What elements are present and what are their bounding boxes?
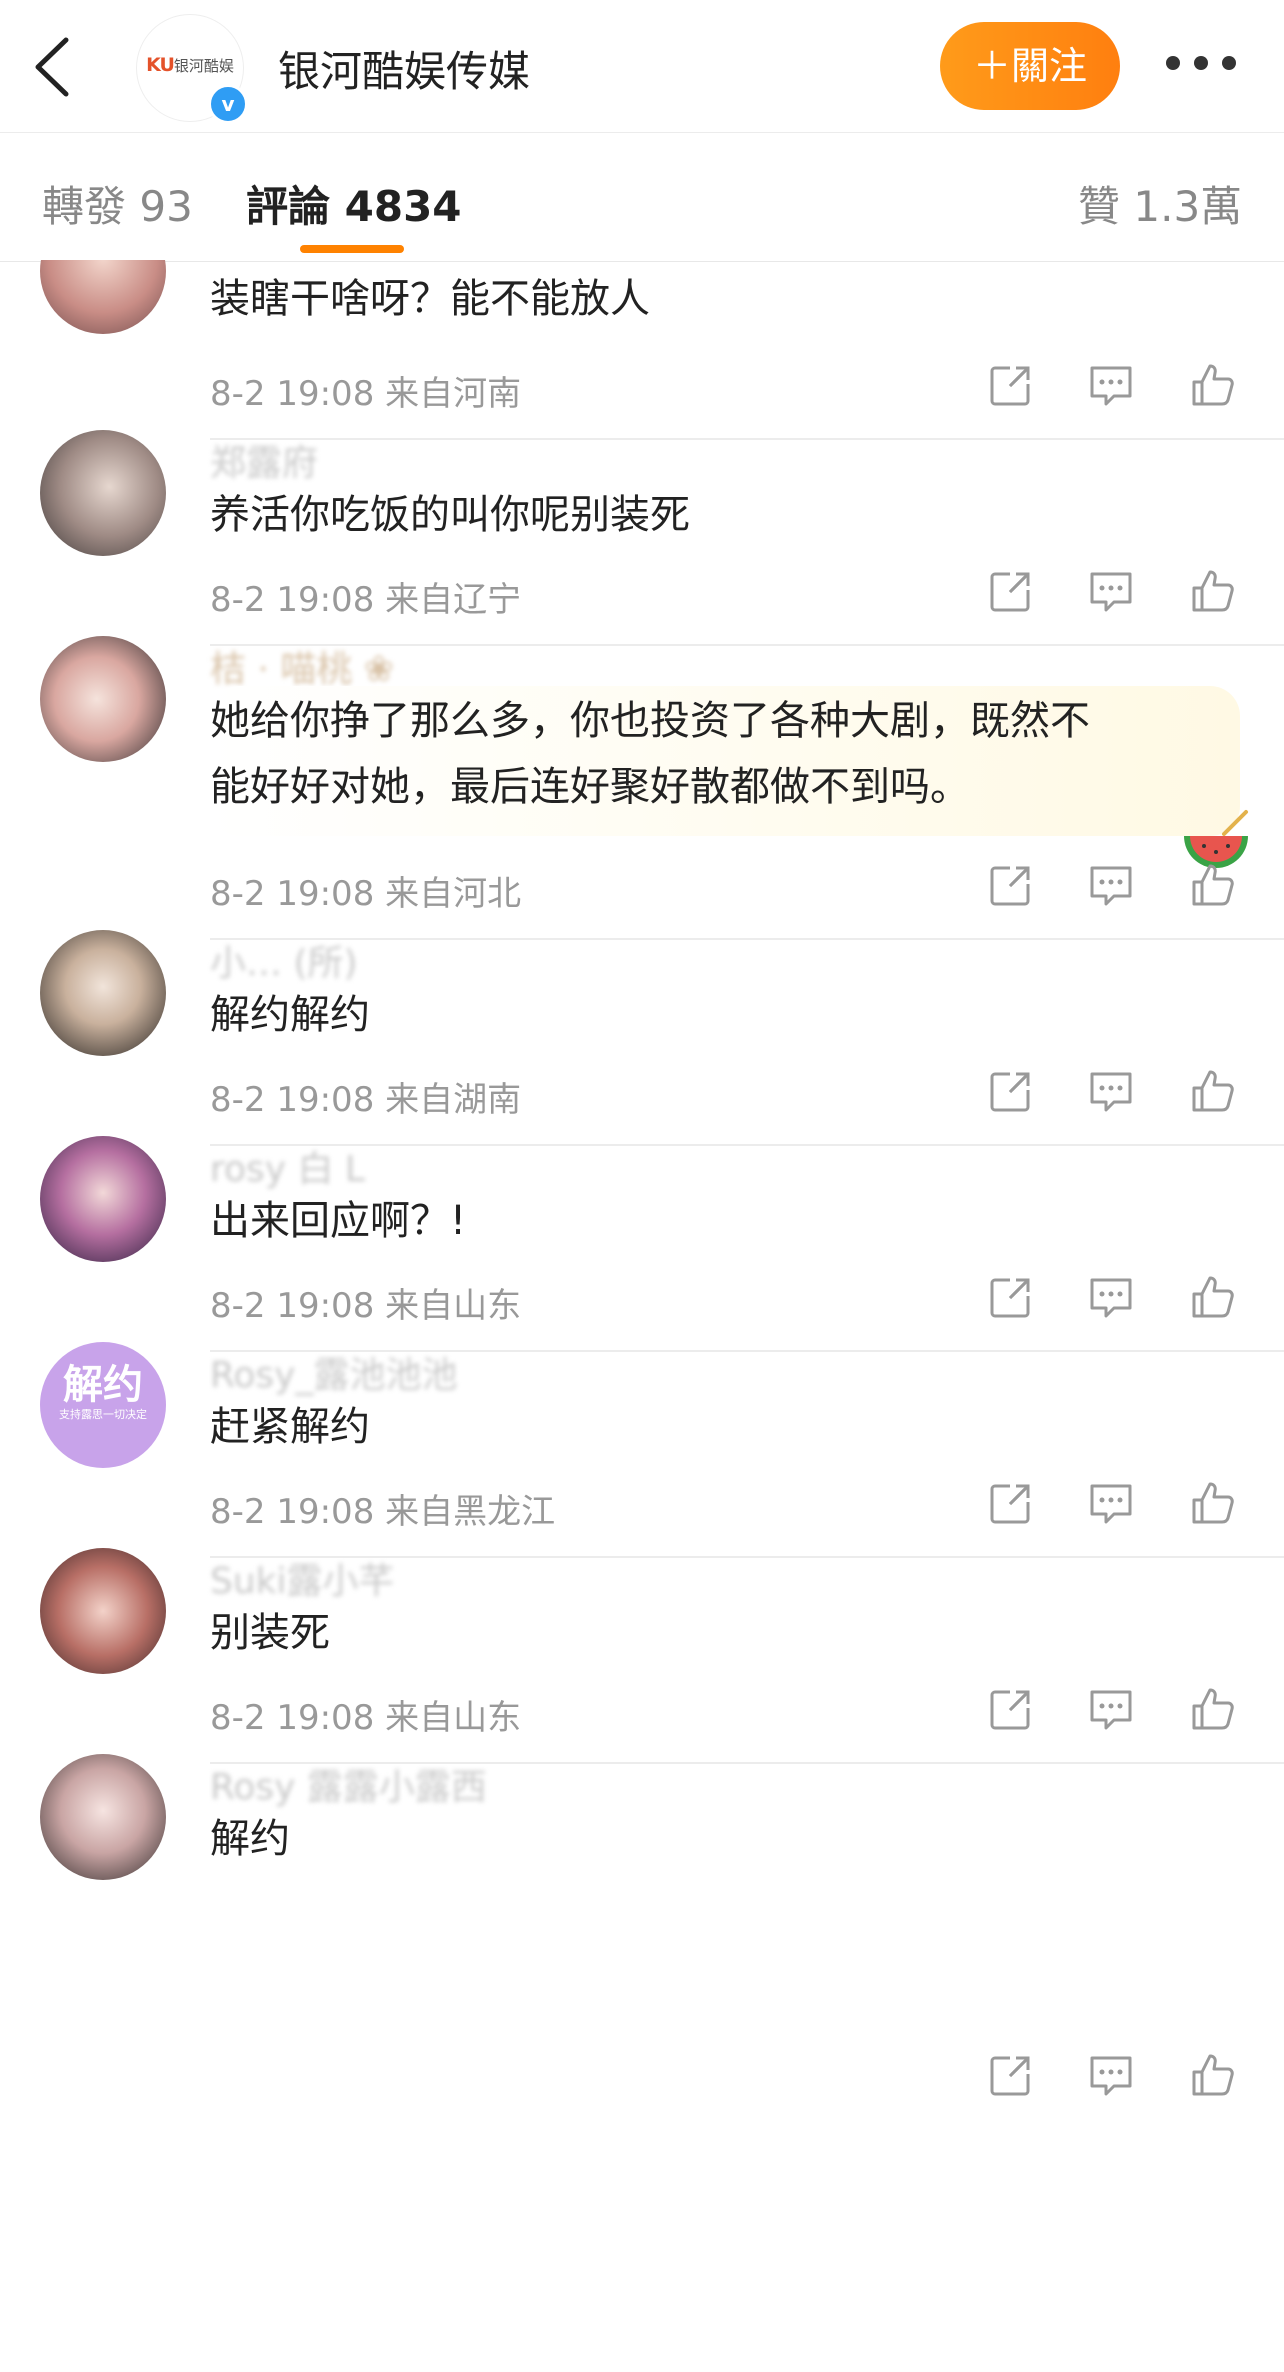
avatar-badge-text: 解约 — [63, 1362, 143, 1408]
comment-meta: 8-2 19:08 来自河北 — [210, 866, 521, 915]
like-icon[interactable] — [1190, 1274, 1236, 1320]
tab-reposts[interactable]: 轉發 93 — [42, 173, 193, 234]
comment-text: 解约 — [210, 1816, 290, 1862]
share-icon[interactable] — [988, 2052, 1034, 2098]
comment-location: 来自河南 — [385, 374, 522, 414]
comment-text: 解约解约 — [210, 992, 370, 1038]
comment-reply-icon[interactable] — [1088, 1068, 1134, 1114]
comment-meta: 8-2 19:08 来自河南 — [210, 366, 521, 415]
share-icon[interactable] — [988, 862, 1034, 908]
commenter-avatar[interactable] — [40, 930, 166, 1056]
tab-reposts-count: 93 — [139, 182, 193, 231]
logo-cn-text: 银河酷娱 — [173, 57, 234, 75]
comment-reply-icon[interactable] — [1088, 1274, 1134, 1320]
comment-location: 来自黑龙江 — [385, 1492, 556, 1532]
active-tab-indicator — [300, 245, 404, 253]
comment-location: 来自河北 — [385, 874, 522, 914]
comment-divider — [210, 938, 1284, 940]
comment-reply-icon[interactable] — [1088, 568, 1134, 614]
commenter-avatar[interactable] — [40, 1548, 166, 1674]
like-icon[interactable] — [1190, 2052, 1236, 2098]
commenter-name[interactable]: 桔 · 喵桃 ❀ — [210, 640, 394, 692]
comment-text: 别装死 — [210, 1610, 330, 1656]
avatar-badge-subtext: 支持露思一切决定 — [59, 1408, 147, 1421]
comment-time: 8-2 19:08 — [210, 1080, 375, 1120]
comment-text: 出来回应啊？! — [210, 1198, 467, 1244]
account-logo: KU银河酷娱 — [136, 54, 244, 76]
comment-location: 来自山东 — [385, 1286, 522, 1326]
tab-comments[interactable]: 評論 4834 — [246, 173, 462, 234]
tab-comments-label: 評論 — [246, 182, 331, 231]
comment-time: 8-2 19:08 — [210, 1492, 375, 1532]
comment-reply-icon[interactable] — [1088, 362, 1134, 408]
tab-comments-count: 4834 — [344, 182, 462, 231]
share-icon[interactable] — [988, 1686, 1034, 1732]
commenter-avatar[interactable]: 解约 支持露思一切决定 — [40, 1342, 166, 1468]
commenter-avatar[interactable] — [40, 636, 166, 762]
comment-time: 8-2 19:08 — [210, 874, 375, 914]
tab-likes-label: 贊 — [1078, 182, 1121, 231]
comment-reply-icon[interactable] — [1088, 1480, 1134, 1526]
commenter-name[interactable]: rosy 白 L — [210, 1140, 365, 1192]
comment-text: 赶紧解约 — [210, 1404, 370, 1450]
share-icon[interactable] — [988, 568, 1034, 614]
top-bar: KU银河酷娱 v 银河酷娱传媒 ＋關注 — [0, 0, 1284, 132]
like-icon[interactable] — [1190, 1068, 1236, 1114]
comment-location: 来自辽宁 — [385, 580, 522, 620]
back-arrow-icon[interactable] — [30, 34, 80, 100]
comment-location: 来自湖南 — [385, 1080, 522, 1120]
comment-time: 8-2 19:08 — [210, 580, 375, 620]
tab-reposts-label: 轉發 — [42, 182, 127, 231]
like-icon[interactable] — [1190, 862, 1236, 908]
commenter-name[interactable]: Rosy 露露小露西 — [210, 1758, 487, 1810]
commenter-name[interactable]: 郑露府 — [210, 434, 318, 486]
commenter-name[interactable]: 小… (所) — [210, 934, 358, 986]
comment-time: 8-2 19:08 — [210, 374, 375, 414]
post-tabs: 轉發 93 評論 4834 贊 1.3萬 — [0, 132, 1284, 262]
comment-text-line2: 能好好对她，最后连好聚好散都做不到吗。 — [210, 764, 970, 810]
more-options-icon[interactable] — [1166, 56, 1284, 76]
comment-divider — [210, 1144, 1284, 1146]
share-icon[interactable] — [988, 362, 1034, 408]
commenter-avatar[interactable] — [40, 260, 166, 334]
like-icon[interactable] — [1190, 362, 1236, 408]
comment-meta: 8-2 19:08 来自辽宁 — [210, 572, 521, 621]
commenter-avatar[interactable] — [40, 1754, 166, 1880]
comment-time: 8-2 19:08 — [210, 1286, 375, 1326]
comment-meta: 8-2 19:08 来自山东 — [210, 1278, 521, 1327]
account-name[interactable]: 银河酷娱传媒 — [278, 38, 530, 99]
like-icon[interactable] — [1190, 1686, 1236, 1732]
tab-likes[interactable]: 贊 1.3萬 — [1078, 173, 1242, 234]
share-icon[interactable] — [988, 1068, 1034, 1114]
comment-text-line1: 她给你挣了那么多，你也投资了各种大剧，既然不 — [210, 698, 1090, 744]
like-icon[interactable] — [1190, 568, 1236, 614]
comment-reply-icon[interactable] — [1088, 2052, 1134, 2098]
comment-text: 装瞎干啥呀？能不能放人 — [210, 276, 650, 322]
comment-meta: 8-2 19:08 来自湖南 — [210, 1072, 521, 1121]
comment-text: 养活你吃饭的叫你呢别装死 — [210, 492, 690, 538]
comment-divider — [210, 438, 1284, 440]
comment-meta: 8-2 19:08 来自黑龙江 — [210, 1484, 555, 1533]
commenter-name[interactable]: Suki露小芊 — [210, 1552, 395, 1604]
commenter-name[interactable]: Rosy_露池池池 — [210, 1346, 457, 1398]
share-icon[interactable] — [988, 1480, 1034, 1526]
comment-meta: 8-2 19:08 来自山东 — [210, 1690, 521, 1739]
comment-list: 装瞎干啥呀？能不能放人 8-2 19:08 来自河南 郑露府 养活你吃饭的叫你呢… — [0, 260, 1284, 2372]
commenter-avatar[interactable] — [40, 430, 166, 556]
follow-button[interactable]: ＋關注 — [940, 22, 1120, 110]
like-icon[interactable] — [1190, 1480, 1236, 1526]
commenter-avatar[interactable] — [40, 1136, 166, 1262]
comment-location: 来自山东 — [385, 1698, 522, 1738]
comment-time: 8-2 19:08 — [210, 1698, 375, 1738]
verified-badge-icon: v — [208, 84, 248, 124]
tab-likes-count: 1.3萬 — [1133, 182, 1243, 231]
comment-reply-icon[interactable] — [1088, 1686, 1134, 1732]
comment-reply-icon[interactable] — [1088, 862, 1134, 908]
logo-ku-text: KU — [146, 54, 175, 76]
share-icon[interactable] — [988, 1274, 1034, 1320]
